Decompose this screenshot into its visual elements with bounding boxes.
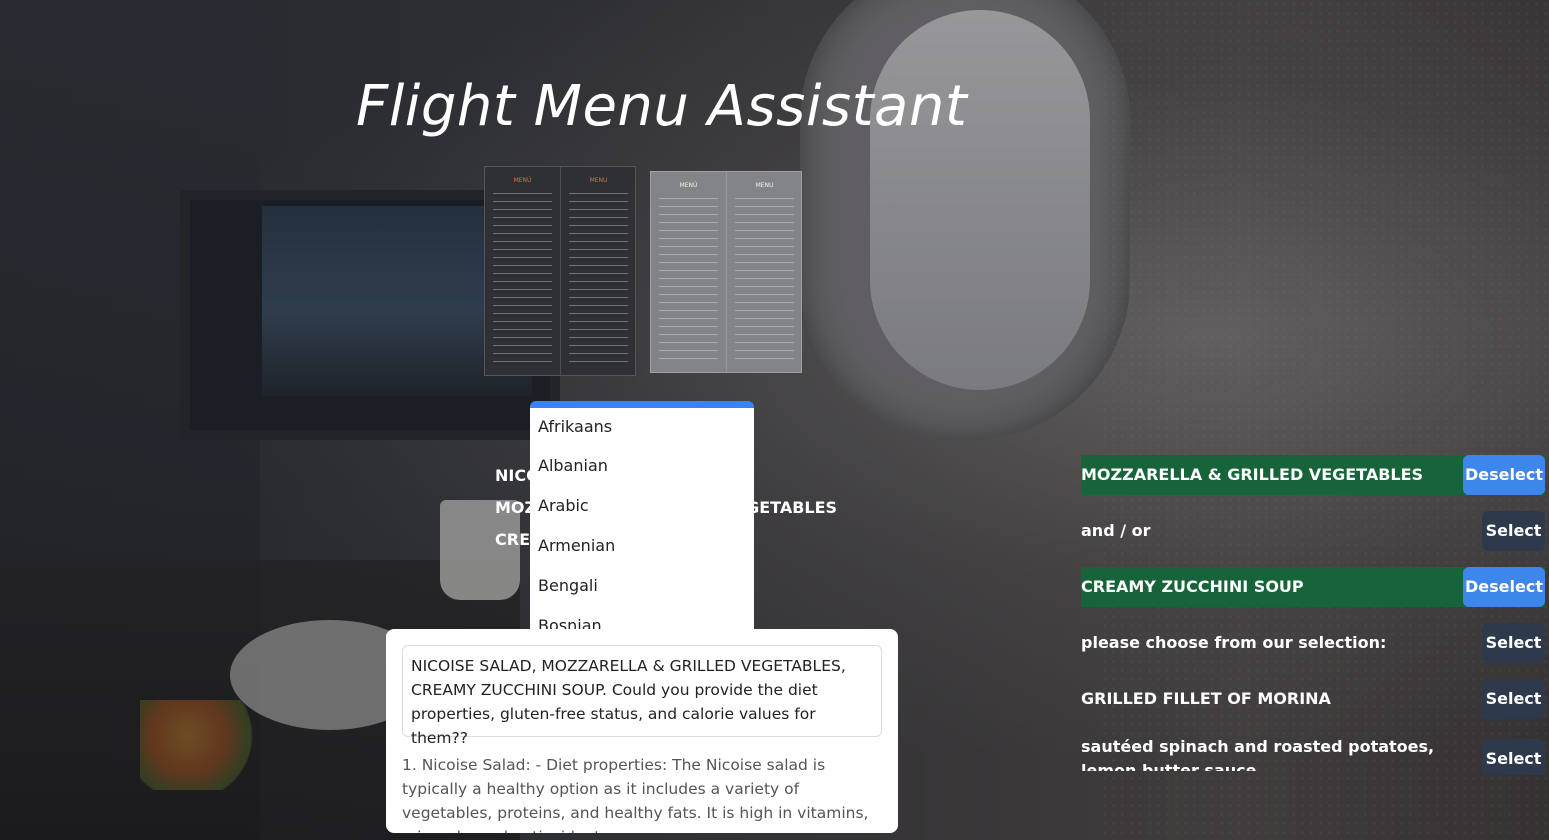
select-button[interactable]: Select: [1482, 679, 1545, 719]
menu-thumbnail-light[interactable]: MENÚ MENU: [650, 171, 802, 373]
chat-panel: NICOISE SALAD, MOZZARELLA & GRILLED VEGE…: [386, 629, 898, 833]
deselect-button[interactable]: Deselect: [1463, 455, 1545, 495]
dish-row: GRILLED FILLET OF MORINA Select: [1081, 679, 1545, 719]
menu-thumbnail-heading: MENU: [589, 177, 608, 184]
select-button[interactable]: Select: [1482, 511, 1545, 551]
dish-label: CREAMY ZUCCHINI SOUP: [1081, 577, 1304, 596]
dish-row: CREAMY ZUCCHINI SOUP Deselect: [1081, 567, 1545, 607]
language-option[interactable]: Arabic: [530, 486, 754, 526]
language-option[interactable]: Afrikaans: [530, 408, 754, 446]
language-option[interactable]: Armenian: [530, 526, 754, 566]
language-dropdown[interactable]: Afrikaans Albanian Arabic Armenian Benga…: [530, 401, 754, 640]
menu-thumbnail-heading: MENÚ: [679, 182, 698, 189]
page-title: Flight Menu Assistant: [356, 74, 968, 139]
menu-thumbnail-dark[interactable]: MENÚ MENU: [484, 166, 636, 376]
menu-thumbnail-heading: MENÚ: [513, 177, 532, 184]
dish-row: MOZZARELLA & GRILLED VEGETABLES Deselect: [1081, 455, 1545, 495]
language-option[interactable]: Albanian: [530, 446, 754, 486]
dish-label: and / or: [1081, 521, 1151, 540]
select-button[interactable]: Select: [1482, 739, 1545, 775]
deselect-button[interactable]: Deselect: [1463, 567, 1545, 607]
chat-answer-message: 1. Nicoise Salad: - Diet properties: The…: [402, 756, 869, 833]
dish-row: and / or Select: [1081, 511, 1545, 551]
language-option[interactable]: Bengali: [530, 566, 754, 606]
dish-row: please choose from our selection: Select: [1081, 623, 1545, 663]
dish-label: MOZZARELLA & GRILLED VEGETABLES: [1081, 465, 1424, 484]
dish-row: sautéed spinach and roasted potatoes, le…: [1081, 739, 1545, 775]
select-button[interactable]: Select: [1482, 623, 1545, 663]
chat-prompt-message: NICOISE SALAD, MOZZARELLA & GRILLED VEGE…: [402, 645, 882, 747]
dish-label: please choose from our selection:: [1081, 633, 1387, 652]
dish-label: sautéed spinach and roasted potatoes, le…: [1081, 739, 1435, 771]
dish-label: GRILLED FILLET OF MORINA: [1081, 689, 1331, 708]
menu-thumbnail-heading: MENU: [755, 182, 774, 189]
